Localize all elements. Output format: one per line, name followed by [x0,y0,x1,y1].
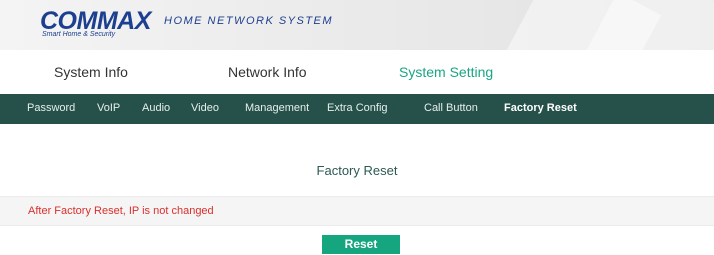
subnav-factory-reset[interactable]: Factory Reset [504,102,577,114]
notice-row: After Factory Reset, IP is not changed [0,196,714,226]
subnav-audio[interactable]: Audio [142,102,170,114]
tab-system-info[interactable]: System Info [54,64,128,80]
subnav-voip[interactable]: VoIP [97,102,120,114]
tab-network-info[interactable]: Network Info [228,64,307,80]
sub-navigation: Password VoIP Audio Video Management Ext… [0,94,714,124]
section-title: Factory Reset [316,163,398,178]
header-banner: COMMAX Smart Home & Security HOME NETWOR… [0,0,714,50]
subnav-video[interactable]: Video [191,102,219,114]
commax-logo: COMMAX Smart Home & Security [40,9,151,39]
notice-text: After Factory Reset, IP is not changed [28,205,214,217]
subnav-management[interactable]: Management [245,102,309,114]
top-tabs: System Info Network Info System Setting [0,50,714,94]
reset-button[interactable]: Reset [322,235,400,254]
tab-system-setting[interactable]: System Setting [399,64,493,80]
subnav-extra-config[interactable]: Extra Config [327,102,388,114]
header-title: HOME NETWORK SYSTEM [164,15,334,27]
subnav-password[interactable]: Password [27,102,75,114]
subnav-call-button[interactable]: Call Button [424,102,478,114]
